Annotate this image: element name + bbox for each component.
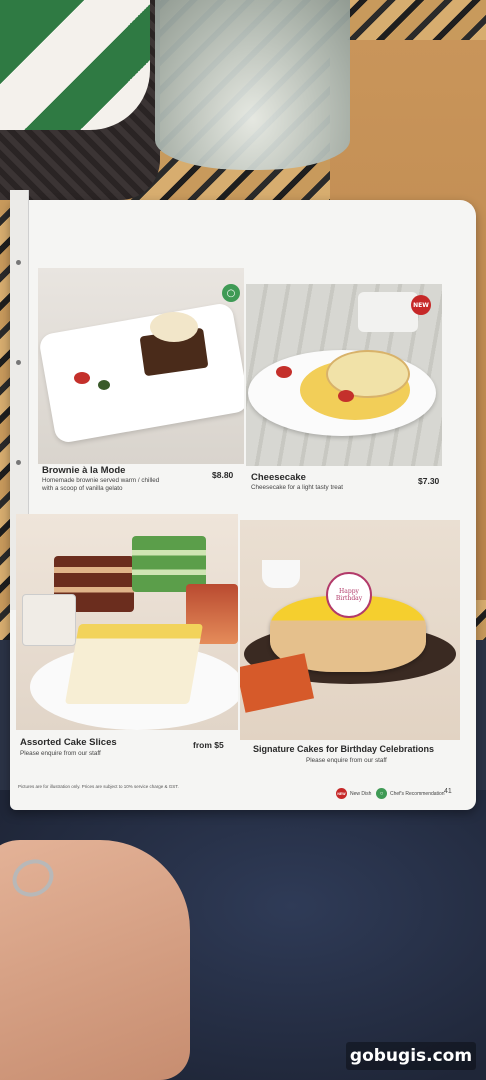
dish-title: Signature Cakes for Birthday Celebration… bbox=[253, 744, 435, 754]
fruit-garnish bbox=[98, 380, 110, 390]
dish-title: Cheesecake bbox=[251, 472, 306, 483]
description-line: Please enquire from our staff bbox=[306, 757, 387, 764]
footer-disclaimer: Pictures are for illustration only. Pric… bbox=[18, 784, 179, 789]
description-line: with a scoop of vanilla gelato bbox=[42, 485, 123, 492]
cup bbox=[358, 292, 418, 332]
dish-title: Assorted Cake Slices bbox=[20, 737, 117, 748]
new-dish-badge: NEW bbox=[411, 295, 431, 315]
watermark: gobugis.com bbox=[346, 1042, 476, 1070]
dish-description: Cheesecake for a light tasty treat bbox=[251, 484, 411, 492]
brownie-photo bbox=[38, 268, 244, 464]
assorted-cakes-photo bbox=[16, 514, 238, 730]
dish-price: $8.80 bbox=[212, 470, 234, 480]
description-line: Cheesecake for a light tasty treat bbox=[251, 484, 344, 491]
cheesecake bbox=[326, 350, 410, 398]
vanilla-gelato bbox=[150, 312, 198, 342]
dish-price: $7.30 bbox=[418, 476, 440, 486]
birthday-cake-photo: Happy Birthday bbox=[240, 520, 460, 740]
plate bbox=[38, 301, 244, 445]
chef-recommendation-icon: ○ bbox=[376, 788, 387, 799]
mango-cake-slice bbox=[64, 624, 204, 704]
new-dish-icon: NEW bbox=[336, 788, 347, 799]
dish-description: Homemade brownie served warm / chilled w… bbox=[42, 477, 212, 493]
legend-new: NEW New Dish bbox=[336, 788, 371, 799]
binding-hole bbox=[16, 360, 21, 365]
teacup bbox=[262, 560, 300, 588]
dish-price: from $5 bbox=[193, 740, 224, 750]
strawberry bbox=[338, 390, 354, 402]
water-glass bbox=[155, 0, 350, 170]
green-napkin bbox=[0, 0, 150, 130]
dish-description: Please enquire from our staff bbox=[20, 750, 190, 758]
cookies-cream-slice bbox=[22, 594, 76, 646]
legend-chef: ○ Chef's Recommendation bbox=[376, 788, 445, 799]
legend-new-label: New Dish bbox=[350, 790, 372, 797]
dish-title: Brownie à la Mode bbox=[42, 465, 126, 476]
description-line: Please enquire from our staff bbox=[20, 750, 101, 757]
legend-chef-label: Chef's Recommendation bbox=[390, 790, 445, 797]
strawberry bbox=[74, 372, 90, 384]
strawberry bbox=[276, 366, 292, 378]
binding-hole bbox=[16, 460, 21, 465]
dish-description: Please enquire from our staff bbox=[306, 757, 446, 765]
chef-recommendation-icon: ○ bbox=[222, 284, 240, 302]
description-line: Homemade brownie served warm / chilled bbox=[42, 477, 160, 484]
cake-topper: Happy Birthday bbox=[326, 572, 372, 618]
binding-hole bbox=[16, 260, 21, 265]
page-number: 41 bbox=[444, 788, 452, 795]
